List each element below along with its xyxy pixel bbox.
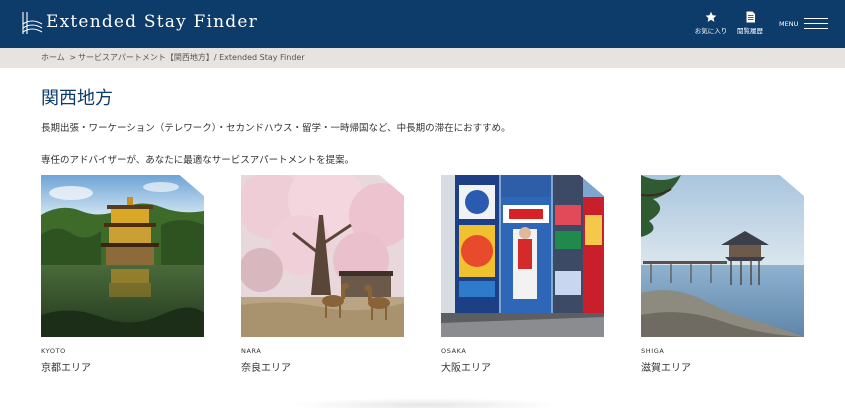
hamburger-icon — [804, 18, 829, 29]
history-button[interactable]: 閲覧履歴 — [730, 11, 770, 35]
area-card-kyoto[interactable]: KYOTO 京都エリア — [41, 175, 204, 374]
area-code: SHIGA — [641, 347, 665, 355]
menu-button[interactable]: MENU — [779, 18, 829, 29]
area-code: NARA — [241, 347, 262, 355]
shiga-photo[interactable] — [641, 175, 804, 337]
advisor-text: 専任のアドバイザーが、あなたに最適なサービスアパートメントを提案。 — [41, 155, 355, 166]
document-icon — [746, 11, 755, 23]
area-card-nara[interactable]: NARA 奈良エリア — [241, 175, 404, 374]
favorites-label: お気に入り — [694, 27, 728, 35]
intro-text: 長期出張・ワーケーション（テレワーク）・セカンドハウス・留学・一時帰国など、中長… — [41, 123, 511, 134]
area-name[interactable]: 大阪エリア — [441, 359, 604, 374]
area-name[interactable]: 滋賀エリア — [641, 359, 804, 374]
kyoto-photo[interactable] — [41, 175, 204, 337]
page-title: 関西地方 — [41, 88, 113, 109]
logo-icon[interactable] — [20, 10, 44, 36]
area-card-osaka[interactable]: OSAKA 大阪エリア — [441, 175, 604, 374]
nara-photo[interactable] — [241, 175, 404, 337]
area-code: OSAKA — [441, 347, 467, 355]
favorites-button[interactable]: お気に入り — [691, 11, 731, 35]
history-label: 閲覧履歴 — [737, 27, 763, 35]
area-name[interactable]: 京都エリア — [41, 359, 204, 374]
bottom-shadow — [290, 398, 560, 408]
area-card-shiga[interactable]: SHIGA 滋賀エリア — [641, 175, 804, 374]
site-title[interactable]: Extended Stay Finder — [46, 12, 258, 32]
area-name[interactable]: 奈良エリア — [241, 359, 404, 374]
breadcrumb-current: サービスアパートメント【関西地方】/ Extended Stay Finder — [78, 53, 305, 62]
menu-label: MENU — [779, 19, 799, 28]
breadcrumb-separator: > — [69, 53, 77, 62]
breadcrumb: ホーム > サービスアパートメント【関西地方】/ Extended Stay Fi… — [0, 48, 845, 68]
star-icon — [705, 11, 717, 22]
osaka-photo[interactable] — [441, 175, 604, 337]
breadcrumb-home-link[interactable]: ホーム — [41, 53, 65, 62]
site-header: Extended Stay Finder お気に入り 閲覧履歴 MENU — [0, 0, 845, 48]
area-code: KYOTO — [41, 347, 66, 355]
